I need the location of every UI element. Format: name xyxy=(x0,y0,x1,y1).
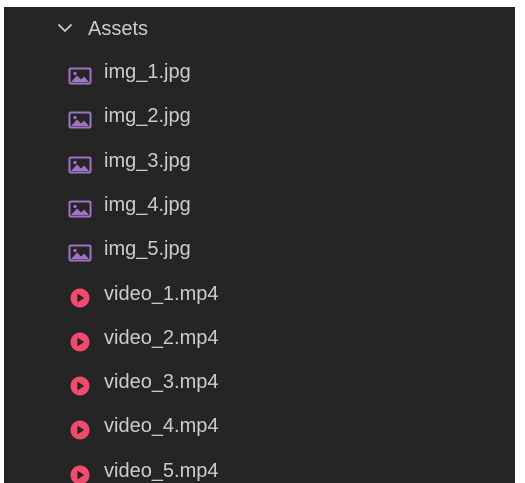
folder-label: Assets xyxy=(88,18,149,40)
video-file-icon xyxy=(68,460,92,483)
file-row[interactable]: video_1.mp4 xyxy=(4,274,515,314)
file-label: video_4.mp4 xyxy=(104,415,219,438)
file-label: video_2.mp4 xyxy=(104,326,219,349)
file-row[interactable]: video_4.mp4 xyxy=(4,406,515,446)
file-row[interactable]: img_4.jpg xyxy=(4,185,515,225)
file-label: img_1.jpg xyxy=(104,61,191,83)
file-row[interactable]: img_5.jpg xyxy=(4,229,515,269)
video-file-icon xyxy=(68,371,92,396)
image-file-icon xyxy=(68,150,92,174)
image-file-icon xyxy=(68,61,92,85)
file-row[interactable]: img_2.jpg xyxy=(4,96,515,136)
video-file-icon xyxy=(68,415,92,440)
file-label: img_4.jpg xyxy=(104,193,191,216)
image-file-icon xyxy=(68,238,92,262)
file-label: img_3.jpg xyxy=(104,149,191,172)
image-file-icon xyxy=(68,105,92,129)
video-file-icon xyxy=(68,327,92,352)
file-row[interactable]: video_2.mp4 xyxy=(4,318,515,358)
file-label: img_2.jpg xyxy=(104,105,191,128)
file-row[interactable]: img_1.jpg xyxy=(4,52,515,92)
folder-row-assets[interactable]: Assets xyxy=(4,9,515,49)
file-row[interactable]: video_5.mp4 xyxy=(4,451,515,483)
file-row[interactable]: video_3.mp4 xyxy=(4,362,515,402)
file-label: video_5.mp4 xyxy=(104,459,219,482)
video-file-icon xyxy=(68,283,92,307)
file-row[interactable]: img_3.jpg xyxy=(4,141,515,181)
file-label: video_1.mp4 xyxy=(104,282,219,305)
explorer-panel: Assets img_1.jpg img_2.jpg img_3.jpg img_4.… xyxy=(4,7,515,483)
file-label: img_5.jpg xyxy=(104,238,191,261)
chevron-down-icon[interactable] xyxy=(55,9,77,49)
file-label: video_3.mp4 xyxy=(104,371,219,394)
image-file-icon xyxy=(68,194,92,218)
